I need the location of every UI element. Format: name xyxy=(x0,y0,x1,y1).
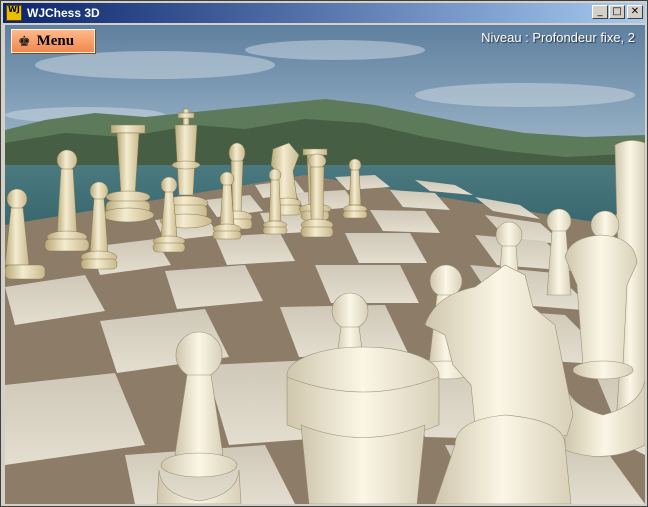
chess-3d-viewport[interactable]: ♚ Menu Niveau : Profondeur fixe, 2 xyxy=(5,25,645,504)
chess-scene[interactable] xyxy=(5,25,645,504)
king-icon: ♚ xyxy=(18,32,31,49)
minimize-button[interactable]: _ xyxy=(592,5,608,19)
close-button[interactable]: ✕ xyxy=(627,5,643,19)
white-rook[interactable] xyxy=(286,346,440,504)
app-icon: WJ xyxy=(6,5,22,21)
title-bar[interactable]: WJ WJChess 3D _ □ ✕ xyxy=(3,3,645,23)
menu-button[interactable]: ♚ Menu xyxy=(11,29,95,53)
app-window: WJ WJChess 3D _ □ ✕ ♚ Menu Niveau: Prof… xyxy=(0,0,648,507)
window-controls: _ □ ✕ xyxy=(591,5,643,19)
menu-label: Menu xyxy=(36,32,75,49)
level-indicator: Niveau : Profondeur fixe, 2 xyxy=(481,30,635,45)
window-title: WJChess 3D xyxy=(27,6,100,20)
maximize-button[interactable]: □ xyxy=(609,5,625,19)
